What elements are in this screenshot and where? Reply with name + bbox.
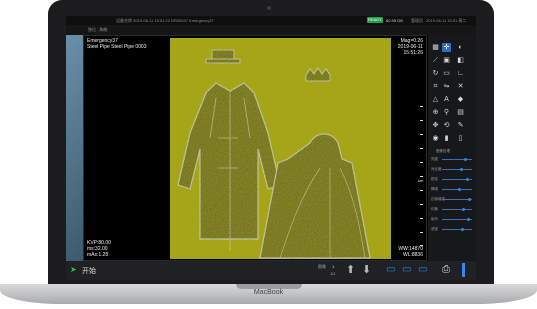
monitor-icon[interactable]: ▭ [386,264,395,275]
window-level: WL:8836 [402,252,423,258]
image-count-label: 图像 [318,264,326,269]
exam-label: 肢位 - 胸椎 [88,27,108,32]
ready-badge: READY [367,17,383,23]
rectangle-icon[interactable]: ▭ [442,69,451,78]
reset-icon[interactable]: ⟲ [442,121,451,130]
slider-label-gamma: 伽马 [431,217,438,221]
filter-knob[interactable] [461,228,464,231]
gamma-knob[interactable] [467,218,470,221]
contrast-knob[interactable] [460,168,463,171]
brightness-knob[interactable] [464,158,467,161]
magnifier-icon[interactable]: ⚲ [442,108,451,117]
denoise-knob[interactable] [458,188,461,191]
panel-section-label: 图像处理 [436,149,450,153]
start-button[interactable]: 开始 [82,266,96,276]
scroll-indicator[interactable] [462,263,465,277]
annotation-icon[interactable]: ▣ [442,56,451,65]
screen: 设备名称 2019-06-11 15:51:22 DR00037 Emergen… [66,16,476,280]
image-viewer[interactable]: Emergency37 Steel Pipe Steel Pipe 0003 M… [83,35,427,261]
webcam [267,6,271,10]
display-icon[interactable]: ▭ [402,264,411,275]
side-thumbnail-strip[interactable] [66,35,83,261]
xray-image[interactable] [170,38,391,259]
series-description: Steel Pipe Steel Pipe 0003 [87,44,147,50]
flip-icon[interactable]: ⇋ [442,82,451,91]
start-arrow-icon: ➤ [70,265,77,274]
edge-knob[interactable] [468,198,471,201]
title-bar: 设备名称 2019-06-11 15:51:22 DR00037 Emergen… [66,16,476,25]
datetime: 2019-06-11 15:51 周二 [426,18,467,23]
printer-icon[interactable]: ⎙ [442,264,450,275]
move-icon[interactable]: ✥ [431,121,440,130]
edit-icon[interactable]: ✎ [456,121,465,130]
shutter-icon[interactable]: ▮ [442,134,451,143]
send-icon[interactable]: ▭ [418,264,427,275]
slider-label-filter: 滤波 [431,227,438,231]
slider-label-contrast: 对比度 [431,167,442,171]
user-name: 管理员 [411,18,423,23]
contrast-slider[interactable] [442,169,472,170]
text-icon[interactable]: A [442,95,451,104]
equalize-knob[interactable] [462,208,465,211]
study-time: 15:51:26 [403,50,423,56]
denoise-slider[interactable] [442,189,472,190]
invert-icon[interactable]: ◧ [456,56,465,65]
triangle-icon[interactable]: △ [431,95,440,104]
brightness-slider[interactable] [442,159,472,160]
ruler-icon[interactable]: ⟋ [431,56,440,65]
pan-icon[interactable]: ✛ [442,43,451,52]
arrow-up-icon[interactable]: ⬆ [346,263,355,276]
delete-icon[interactable]: ▯ [456,134,465,143]
eye-icon[interactable]: ◉ [431,134,440,143]
exam-bar: 肢位 - 胸椎 [66,25,476,35]
close-icon[interactable]: ✕ [456,82,465,91]
slider-label-brightness: 亮度 [431,157,438,161]
angle-icon[interactable]: ∟ [456,69,465,78]
sharpen-knob[interactable] [466,178,469,181]
ruler-unit: cm [418,178,424,183]
rotate-icon[interactable]: ↻ [431,69,440,78]
equalize-slider[interactable] [442,209,472,210]
taskbar: ➤ 开始 图像 1 1/1 ⬆ ⬇ ▭ ▭ ▭ ⎙ [66,261,476,280]
disk-space: 60.95 GB [386,18,403,23]
slider-label-sharpen: 锐化 [431,177,438,181]
tool-panel: ▦ ✛ ◐ ⟋ ▣ ◧ ↻ ▭ ∟ ⌗ ⇋ ✕ △ A ◆ ⊕ ⚲ ▤ ✥ ⟲ … [428,35,476,261]
zoom-icon[interactable]: ⊕ [431,108,440,117]
contrast-icon[interactable]: ◐ [456,43,465,52]
embossed-clothing-image [170,38,391,259]
slider-label-equalize: 均衡 [431,207,438,211]
crop-icon[interactable]: ⌗ [431,82,440,91]
mas-value: mAs:1.28 [87,252,109,258]
brand-label: MacBook [253,289,284,296]
layout-icon[interactable]: ▦ [431,43,440,52]
filter-slider[interactable] [442,229,472,230]
scale-ruler [418,106,424,246]
page-total: 1/1 [330,271,336,276]
title-text: 设备名称 2019-06-11 15:51:22 DR00037 Emergen… [116,18,214,23]
marker-icon[interactable]: ◆ [456,95,465,104]
slider-label-denoise: 降噪 [431,187,438,191]
page-current: 1 [332,264,335,269]
grid-icon[interactable]: ▤ [456,108,465,117]
arrow-down-icon[interactable]: ⬇ [362,263,371,276]
